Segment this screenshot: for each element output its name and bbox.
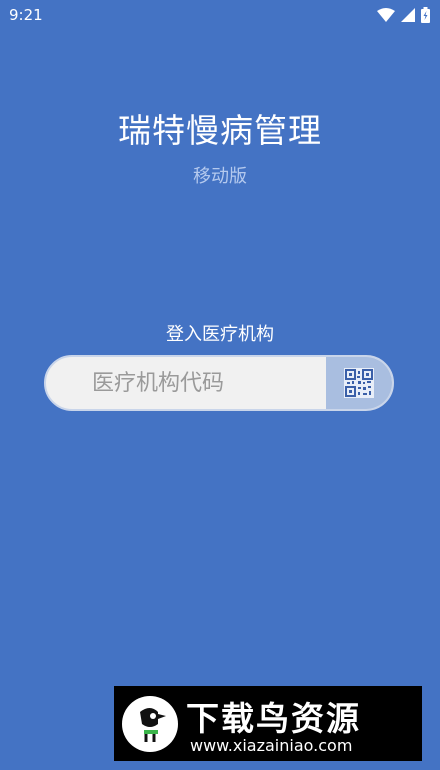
app-subtitle: 移动版 — [193, 166, 247, 187]
watermark-name: 下载鸟资源 — [186, 699, 361, 738]
login-label: 登入医疗机构 — [166, 324, 274, 345]
signal-icon — [401, 8, 415, 22]
scan-qr-button[interactable] — [326, 357, 392, 409]
status-bar: 9:21 — [0, 0, 440, 30]
status-icons — [377, 7, 430, 23]
watermark-banner: 下载鸟资源 www.xiazainiao.com — [114, 686, 422, 761]
qr-code-icon — [344, 368, 374, 398]
bird-logo-icon — [122, 696, 178, 752]
watermark-url: www.xiazainiao.com — [190, 736, 353, 755]
status-time: 9:21 — [9, 6, 43, 24]
institution-code-input[interactable] — [46, 357, 328, 409]
institution-code-field — [44, 355, 394, 411]
battery-icon — [421, 7, 430, 23]
wifi-icon — [377, 8, 395, 22]
app-title: 瑞特慢病管理 — [118, 111, 322, 150]
